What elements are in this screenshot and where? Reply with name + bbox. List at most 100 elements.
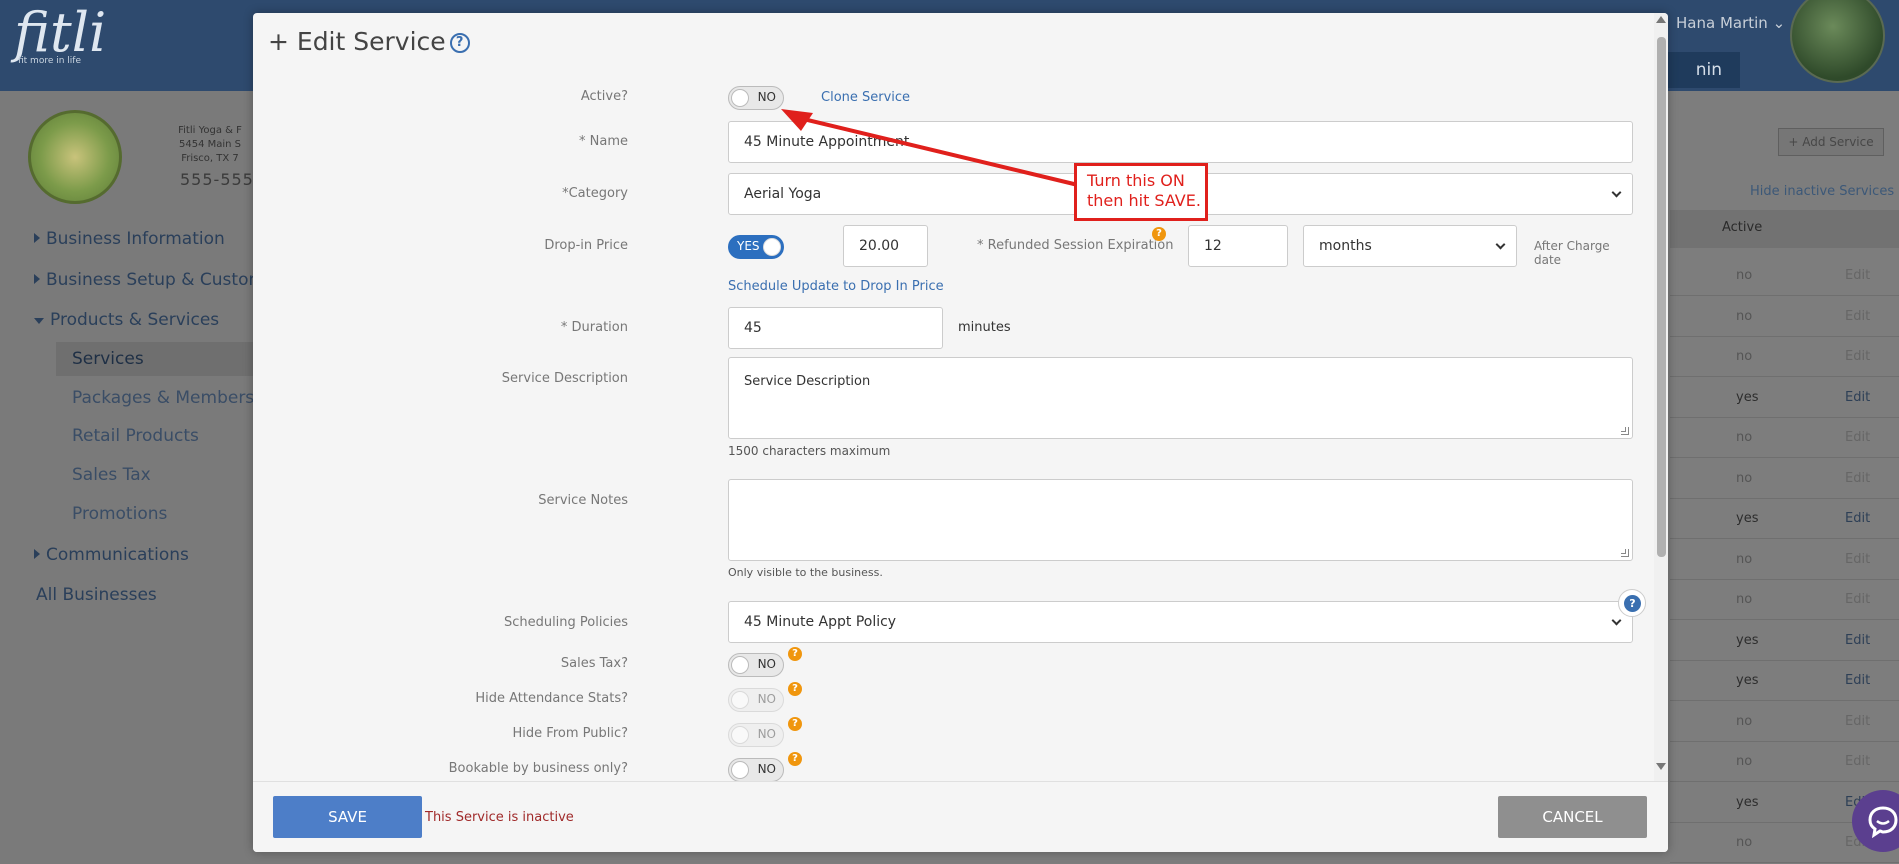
fitli-logo[interactable]: fitli fit more in life bbox=[14, 4, 106, 67]
bookable-label: Bookable by business only? bbox=[448, 761, 628, 776]
sidebar-item-business-information[interactable]: Business Information bbox=[34, 229, 225, 249]
question-icon[interactable]: ? bbox=[788, 717, 802, 731]
active-cell: no bbox=[1736, 308, 1753, 324]
business-info-line: Frisco, TX 7 bbox=[181, 153, 239, 164]
refunded-expiration-label: * Refunded Session Expiration bbox=[977, 238, 1174, 253]
category-label: *Category bbox=[562, 186, 628, 201]
scroll-thumb[interactable] bbox=[1657, 37, 1666, 557]
description-hint: 1500 characters maximum bbox=[728, 444, 891, 458]
modal-scrollbar[interactable] bbox=[1654, 13, 1668, 781]
dropin-price-input[interactable]: 20.00 bbox=[843, 225, 928, 267]
hide-inactive-link[interactable]: Hide inactive Services bbox=[1750, 184, 1894, 199]
business-logo bbox=[28, 110, 122, 204]
edit-link[interactable]: Edit bbox=[1845, 349, 1870, 364]
question-icon[interactable]: ? bbox=[1152, 227, 1166, 241]
scroll-up-icon[interactable] bbox=[1656, 16, 1666, 23]
toggle-knob bbox=[731, 656, 749, 674]
toggle-knob bbox=[763, 238, 781, 256]
chevron-down-icon bbox=[1611, 615, 1622, 626]
edit-link[interactable]: Edit bbox=[1845, 511, 1870, 526]
active-cell: no bbox=[1736, 268, 1753, 283]
business-info-line: 5454 Main S bbox=[178, 139, 242, 150]
dropin-price-toggle[interactable]: YES bbox=[728, 235, 784, 259]
service-description-textarea[interactable]: Service Description bbox=[728, 357, 1633, 439]
floating-help-button[interactable]: ? bbox=[1618, 589, 1646, 617]
duration-input[interactable]: 45 bbox=[728, 307, 943, 349]
toggle-knob bbox=[731, 89, 749, 107]
sidebar-item-all-businesses[interactable]: All Businesses bbox=[36, 585, 157, 605]
sales-tax-toggle[interactable]: NO bbox=[728, 653, 784, 677]
refund-expiration-input[interactable]: 12 bbox=[1188, 225, 1288, 267]
sidebar-subitem-promotions[interactable]: Promotions bbox=[72, 504, 167, 524]
sidebar-item-label: Communications bbox=[46, 545, 189, 565]
sidebar-item-label: Business Information bbox=[46, 229, 225, 249]
edit-link[interactable]: Edit bbox=[1845, 268, 1870, 283]
edit-link[interactable]: Edit bbox=[1845, 754, 1870, 769]
table-row: no Edit bbox=[1670, 337, 1899, 377]
scroll-down-icon[interactable] bbox=[1656, 763, 1666, 770]
sidebar-subitem-retail-products[interactable]: Retail Products bbox=[72, 426, 199, 446]
refund-unit-select[interactable]: months bbox=[1303, 225, 1517, 267]
edit-link[interactable]: Edit bbox=[1845, 390, 1870, 405]
sidebar-subitem-services[interactable]: Services bbox=[56, 342, 256, 376]
edit-link[interactable]: Edit bbox=[1845, 471, 1870, 486]
active-cell: no bbox=[1736, 835, 1753, 850]
scheduling-policies-select[interactable]: 45 Minute Appt Policy bbox=[728, 601, 1633, 643]
service-notes-textarea[interactable] bbox=[728, 479, 1633, 561]
sales-tax-label: Sales Tax? bbox=[560, 656, 628, 671]
table-row: no Edit bbox=[1670, 742, 1899, 782]
user-menu[interactable]: Hana Martin ⌄ bbox=[1676, 14, 1785, 32]
sidebar-item-business-setup[interactable]: Business Setup & Customiza bbox=[34, 270, 289, 290]
cancel-button[interactable]: CANCEL bbox=[1498, 796, 1647, 838]
active-cell: yes bbox=[1736, 511, 1759, 526]
table-row: no Edit bbox=[1670, 540, 1899, 580]
annotation-arrow-icon bbox=[781, 109, 1080, 187]
avatar[interactable] bbox=[1790, 0, 1885, 83]
resize-handle-icon[interactable] bbox=[1621, 427, 1629, 435]
annotation-callout: Turn this ON then hit SAVE. bbox=[1074, 163, 1208, 221]
edit-link[interactable]: Edit bbox=[1845, 552, 1870, 567]
edit-link[interactable]: Edit bbox=[1845, 714, 1870, 729]
sales-tax-toggle-text: NO bbox=[757, 657, 776, 671]
sidebar-item-communications[interactable]: Communications bbox=[34, 545, 189, 565]
question-icon[interactable]: ? bbox=[788, 682, 802, 696]
table-row: no Edit bbox=[1670, 297, 1899, 337]
table-row: no Edit bbox=[1670, 702, 1899, 742]
edit-link[interactable]: Edit bbox=[1845, 430, 1870, 445]
question-icon[interactable]: ? bbox=[788, 752, 802, 766]
modal-title-text: + Edit Service bbox=[268, 27, 446, 56]
hide-public-toggle[interactable]: NO bbox=[728, 723, 784, 747]
inactive-status-message: This Service is inactive bbox=[425, 810, 574, 825]
hide-attendance-toggle[interactable]: NO bbox=[728, 688, 784, 712]
hide-attendance-label: Hide Attendance Stats? bbox=[475, 691, 628, 706]
annotation-line: Turn this ON bbox=[1087, 171, 1185, 190]
table-row: yes Edit bbox=[1670, 621, 1899, 661]
help-icon: ? bbox=[1624, 595, 1641, 612]
save-button[interactable]: SAVE bbox=[273, 796, 422, 838]
edit-link[interactable]: Edit bbox=[1845, 633, 1870, 648]
schedule-update-link[interactable]: Schedule Update to Drop In Price bbox=[728, 279, 944, 294]
business-phone: 555-555- bbox=[180, 170, 261, 189]
sidebar-item-products-services[interactable]: Products & Services bbox=[34, 310, 219, 330]
table-row: no Edit bbox=[1670, 256, 1899, 296]
edit-link[interactable]: Edit bbox=[1845, 309, 1870, 324]
modal-title: + Edit Service? bbox=[268, 27, 470, 56]
toggle-knob bbox=[731, 726, 749, 744]
clone-service-link[interactable]: Clone Service bbox=[821, 90, 910, 105]
help-icon[interactable]: ? bbox=[449, 33, 470, 53]
edit-link[interactable]: Edit bbox=[1845, 673, 1870, 688]
edit-link[interactable]: Edit bbox=[1845, 592, 1870, 607]
resize-handle-icon[interactable] bbox=[1621, 549, 1629, 557]
service-description-label: Service Description bbox=[501, 371, 628, 386]
toggle-knob bbox=[731, 761, 749, 779]
table-row: no Edit bbox=[1670, 580, 1899, 620]
scheduling-policies-value: 45 Minute Appt Policy bbox=[744, 614, 897, 630]
caret-down-icon bbox=[34, 318, 44, 324]
name-label: * Name bbox=[579, 134, 628, 149]
add-service-button[interactable]: + Add Service bbox=[1778, 128, 1884, 156]
bookable-toggle[interactable]: NO bbox=[728, 758, 784, 782]
active-cell: no bbox=[1736, 470, 1753, 486]
question-icon[interactable]: ? bbox=[788, 647, 802, 661]
sidebar-subitem-sales-tax[interactable]: Sales Tax bbox=[72, 465, 151, 485]
table-row: yes Edit bbox=[1670, 661, 1899, 701]
